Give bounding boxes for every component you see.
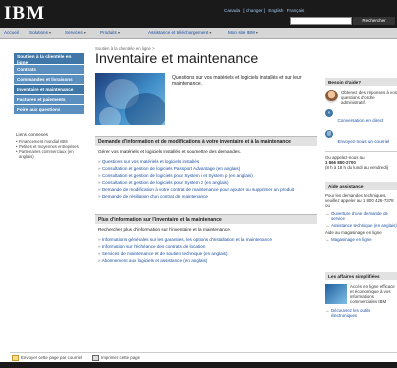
- eservices-image: [325, 284, 347, 304]
- page-intro: Questions sur vos matériels et logiciels…: [172, 75, 302, 87]
- chat-link[interactable]: Conversation en direct: [337, 118, 383, 123]
- simple-box: Les affaires simplifiées Accès en ligne …: [325, 272, 397, 318]
- lnav-invoices[interactable]: Factures et paiements: [14, 95, 84, 104]
- page-title: Inventaire et maintenance: [95, 51, 259, 67]
- nav-myibm[interactable]: Mon site IBM: [228, 30, 258, 35]
- search-button[interactable]: Rechercher: [353, 17, 395, 25]
- help-text: Obtenez des réponses à vos questions d'o…: [341, 90, 397, 105]
- nav-support[interactable]: Assistance et téléchargement: [148, 30, 211, 35]
- email-page-link[interactable]: Envoyer cette page par courriel: [12, 355, 82, 361]
- lnav-orders[interactable]: Commandes et livraisons: [14, 75, 84, 84]
- hero-image: [95, 73, 165, 125]
- email-page-icon: [12, 355, 19, 361]
- help-heading: Besoin d'aide?: [325, 78, 397, 86]
- section-requests-intro: Gérer vos matériels et logiciels install…: [98, 149, 242, 154]
- left-nav: Soutien à la clientèle en ligne Contrats…: [14, 53, 84, 114]
- section-link[interactable]: Consultation et gestion de logiciels Pas…: [95, 165, 317, 172]
- assist-link[interactable]: Ouverture d'une demande de service: [325, 211, 397, 221]
- english-link[interactable]: English: [268, 8, 283, 13]
- related-links: Liens connexes Financement mondial IBM P…: [16, 132, 82, 159]
- assist-link[interactable]: Magasinage en ligne: [325, 237, 397, 242]
- lnav-active[interactable]: Soutien à la clientèle en ligne: [14, 53, 84, 66]
- lnav-contracts[interactable]: Contrats: [14, 65, 84, 74]
- assist-heading: Aide assistance: [325, 182, 397, 190]
- simple-text: Accès en ligne efficace et économique à …: [350, 284, 395, 304]
- section-link[interactable]: Information sur l'échéance des contrats …: [95, 243, 317, 250]
- ibm-logo[interactable]: IBM: [4, 4, 45, 24]
- section-more-info-intro: Rechercher plus d'information sur l'inve…: [98, 227, 232, 232]
- help-box: Besoin d'aide? Obtenez des réponses à vo…: [325, 78, 397, 170]
- email-page-label: Envoyer cette page par courriel: [21, 355, 83, 361]
- section-link[interactable]: Demande de modification à votre contrat …: [95, 186, 317, 193]
- phone-hours: (8 h à 18 h du lundi au vendredi): [325, 165, 389, 170]
- print-page-link[interactable]: Imprimer cette page: [92, 355, 140, 361]
- section-link[interactable]: Services de maintenance et de soutien te…: [95, 250, 317, 257]
- section-link[interactable]: Consultation et gestion de logiciels pou…: [95, 179, 317, 186]
- chat-icon: »: [325, 109, 333, 117]
- print-page-label: Imprimer cette page: [101, 355, 141, 361]
- section-link[interactable]: Demande de résiliation d'un contrat de m…: [95, 193, 317, 200]
- lnav-inventory[interactable]: Inventaire et maintenance: [14, 85, 84, 94]
- simple-heading: Les affaires simplifiées: [325, 272, 397, 280]
- section-requests: Demande d'information et de modification…: [95, 136, 317, 200]
- email-icon: @: [325, 130, 333, 138]
- main-nav: Accueil Solutions Services Produits Assi…: [0, 28, 397, 39]
- french-link[interactable]: Français: [287, 8, 305, 13]
- section-more-info-heading: Plus d'information sur l'inventaire et l…: [95, 214, 317, 224]
- nav-solutions[interactable]: Solutions: [29, 30, 51, 35]
- country-name: Canada: [224, 8, 241, 13]
- print-icon: [92, 355, 99, 361]
- related-link[interactable]: Partenaires commerciaux (en anglais): [16, 149, 82, 159]
- change-country-link[interactable]: [ changer ]: [243, 8, 265, 13]
- related-links-title: Liens connexes: [16, 132, 48, 137]
- nav-products[interactable]: Produits: [100, 30, 120, 35]
- section-link[interactable]: Informations générales sur les garanties…: [95, 236, 317, 243]
- nav-services[interactable]: Services: [65, 30, 86, 35]
- assist-text: Pour les demandes techniques, veuillez a…: [325, 193, 394, 208]
- lnav-faq[interactable]: Foire aux questions: [14, 105, 84, 114]
- search-input[interactable]: [290, 17, 352, 25]
- assist-extra: Aide au magasinage en ligne: [325, 230, 382, 235]
- email-link[interactable]: Envoyez-nous un courriel: [337, 139, 389, 144]
- nav-home[interactable]: Accueil: [4, 30, 19, 35]
- section-link[interactable]: Consultation et gestion de logiciels pou…: [95, 172, 317, 179]
- footer-bar: [0, 362, 397, 368]
- section-more-info: Plus d'information sur l'inventaire et l…: [95, 214, 317, 264]
- section-requests-heading: Demande d'information et de modification…: [95, 136, 317, 146]
- simple-link[interactable]: Découvrez les outils électroniques: [325, 308, 397, 318]
- support-avatar: [325, 90, 338, 103]
- country-selector: Canada [ changer ] English Français: [224, 8, 306, 13]
- assist-box: Aide assistance Pour les demandes techni…: [325, 182, 397, 242]
- section-link[interactable]: Questions sur vos matériels et logiciels…: [95, 158, 317, 165]
- section-link[interactable]: Abonnement aux logiciels et assistance (…: [95, 257, 317, 264]
- assist-link[interactable]: Assistance technique (en anglais): [325, 223, 397, 228]
